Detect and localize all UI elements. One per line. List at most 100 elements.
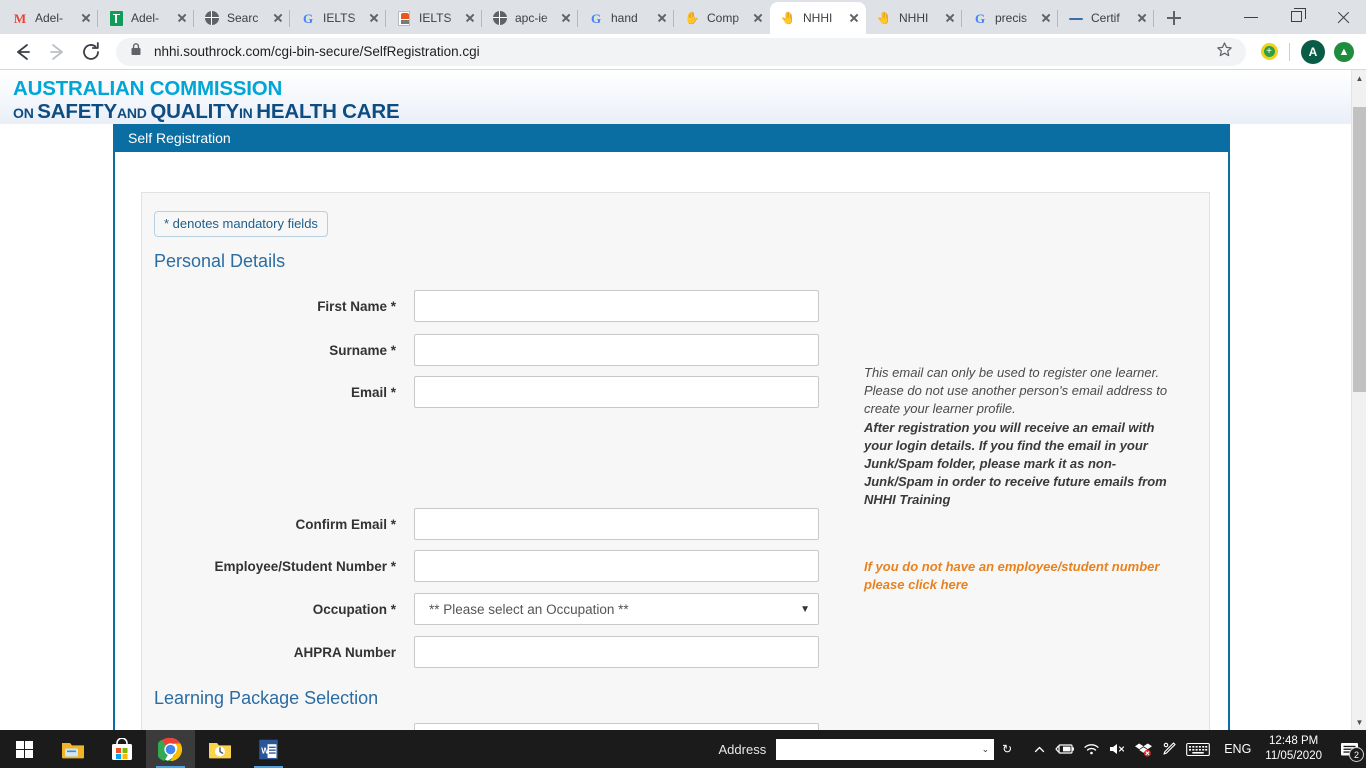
microsoft-word-icon[interactable]: W [244, 730, 293, 768]
occupation-label: Occupation * [142, 602, 414, 617]
employee-number-input[interactable] [414, 550, 819, 582]
microsoft-store-icon[interactable] [97, 730, 146, 768]
pen-icon[interactable] [1156, 730, 1182, 768]
battery-charging-icon[interactable] [1052, 730, 1078, 768]
registration-form-card: * denotes mandatory fields Personal Deta… [141, 192, 1210, 730]
tab-close-icon[interactable] [366, 10, 382, 26]
nhhi-hand-icon: 🤚 [876, 11, 892, 25]
email-note-plain: This email can only be used to register … [864, 365, 1168, 417]
avatar[interactable]: A [1299, 38, 1327, 66]
forward-arrow-icon[interactable] [42, 37, 72, 67]
tab-close-icon[interactable] [654, 10, 670, 26]
dropbox-error-icon[interactable] [1130, 730, 1156, 768]
logo-in: IN [238, 105, 257, 121]
browser-tab[interactable]: Adel- [98, 2, 194, 34]
ahpra-number-input[interactable] [414, 636, 819, 668]
form-row-surname: Surname * [142, 334, 1209, 366]
tab-title: Adel- [35, 11, 64, 25]
section-heading-learning-package: Learning Package Selection [154, 688, 379, 708]
extension-icon[interactable]: + [1255, 38, 1283, 66]
notification-icon[interactable]: 2 [1332, 730, 1366, 768]
scroll-up-arrow-icon[interactable]: ▲ [1352, 70, 1366, 86]
speaker-muted-icon[interactable] [1104, 730, 1130, 768]
close-window-button[interactable] [1320, 0, 1366, 34]
occupation-label-text: Occupation [312, 601, 387, 617]
occupation-select[interactable]: ** Please select an Occupation ** ▼ [414, 593, 819, 625]
page-scrollbar[interactable]: ▲ ▼ [1351, 70, 1366, 730]
tab-close-icon[interactable] [750, 10, 766, 26]
star-icon[interactable] [1216, 41, 1236, 63]
windows-start-icon[interactable] [0, 730, 48, 768]
touch-keyboard-icon[interactable] [1182, 730, 1214, 768]
address-bar[interactable]: nhhi.southrock.com/cgi-bin-secure/SelfRe… [116, 37, 1246, 66]
logo-line-1: AUSTRALIAN COMMISSION [13, 77, 283, 100]
clock[interactable]: 12:48 PM 11/05/2020 [1261, 734, 1332, 764]
email-label: Email * [142, 385, 414, 400]
back-arrow-icon[interactable] [8, 37, 38, 67]
svg-text:W: W [261, 746, 269, 755]
outlook-icon[interactable] [195, 730, 244, 768]
first-name-input[interactable] [414, 290, 819, 322]
tab-close-icon[interactable] [558, 10, 574, 26]
tab-close-icon[interactable] [846, 10, 862, 26]
surname-label-text: Surname [329, 342, 387, 358]
google-chrome-icon[interactable] [146, 730, 195, 768]
tab-close-icon[interactable] [942, 10, 958, 26]
scrollbar-thumb[interactable] [1353, 107, 1366, 392]
clock-date: 11/05/2020 [1265, 750, 1322, 762]
tab-close-icon[interactable] [462, 10, 478, 26]
scroll-down-arrow-icon[interactable]: ▼ [1352, 714, 1366, 730]
browser-tab[interactable]: G IELTS [290, 2, 386, 34]
update-icon[interactable]: ▲ [1330, 38, 1358, 66]
browser-tab[interactable]: G precis [962, 2, 1058, 34]
browser-tab[interactable]: 🤚 NHHI [866, 2, 962, 34]
language-indicator[interactable]: ENG [1214, 742, 1261, 756]
surname-label: Surname * [142, 343, 414, 358]
address-toolbar-combo[interactable]: ⌄ [776, 738, 995, 760]
windows-taskbar: W Address ⌄ ↻ ENG 12:48 PM 11/05/2020 2 [0, 730, 1366, 768]
tab-title: precis [995, 11, 1028, 25]
tab-close-icon[interactable] [1038, 10, 1054, 26]
browser-tab[interactable]: Certif [1058, 2, 1154, 34]
tab-close-icon[interactable] [78, 10, 94, 26]
reload-icon[interactable] [76, 37, 106, 67]
tab-close-icon[interactable] [1134, 10, 1150, 26]
browser-tab[interactable]: M Adel- [2, 2, 98, 34]
page-title: Self Registration [113, 124, 1230, 152]
browser-tab[interactable]: apc-ie [482, 2, 578, 34]
new-tab-button[interactable] [1160, 4, 1188, 32]
browser-tab[interactable]: IELTS [386, 2, 482, 34]
ahpra-number-label: AHPRA Number [142, 645, 414, 660]
browser-tab[interactable]: ✋ Comp [674, 2, 770, 34]
wifi-icon[interactable] [1078, 730, 1104, 768]
tab-title: NHHI [803, 11, 833, 25]
window-controls [1228, 0, 1366, 34]
certificate-icon [1068, 10, 1084, 26]
tab-title: Comp [707, 11, 740, 25]
update-arrow: ▲ [1334, 41, 1354, 62]
no-employee-number-link[interactable]: If you do not have an employee/student n… [864, 558, 1176, 594]
address-toolbar-refresh-icon[interactable]: ↻ [994, 730, 1020, 768]
email-usage-note: This email can only be used to register … [864, 364, 1176, 510]
google-icon: G [590, 10, 602, 26]
minimize-button[interactable] [1228, 0, 1274, 34]
maximize-button[interactable] [1274, 0, 1320, 34]
mandatory-fields-note: * denotes mandatory fields [154, 211, 328, 237]
tab-close-icon[interactable] [270, 10, 286, 26]
chevron-down-icon[interactable]: ⌄ [982, 744, 990, 755]
chevron-up-icon[interactable] [1026, 730, 1052, 768]
form-row-confirm-email: Confirm Email * [142, 508, 1209, 540]
hand-hygiene-select[interactable]: ** Please select a Hand Hygiene Module *… [414, 723, 819, 730]
email-input[interactable] [414, 376, 819, 408]
tab-close-icon[interactable] [174, 10, 190, 26]
browser-tab[interactable]: Searc [194, 2, 290, 34]
surname-input[interactable] [414, 334, 819, 366]
chevron-down-icon: ▼ [800, 603, 810, 615]
confirm-email-input[interactable] [414, 508, 819, 540]
browser-tab[interactable]: G hand [578, 2, 674, 34]
browser-tab-active[interactable]: 🤚 NHHI [770, 2, 866, 34]
ahpra-number-label-text: AHPRA Number [293, 644, 396, 660]
file-explorer-icon[interactable] [48, 730, 97, 768]
logo-on: ON [13, 105, 38, 121]
email-label-text: Email [350, 384, 387, 400]
